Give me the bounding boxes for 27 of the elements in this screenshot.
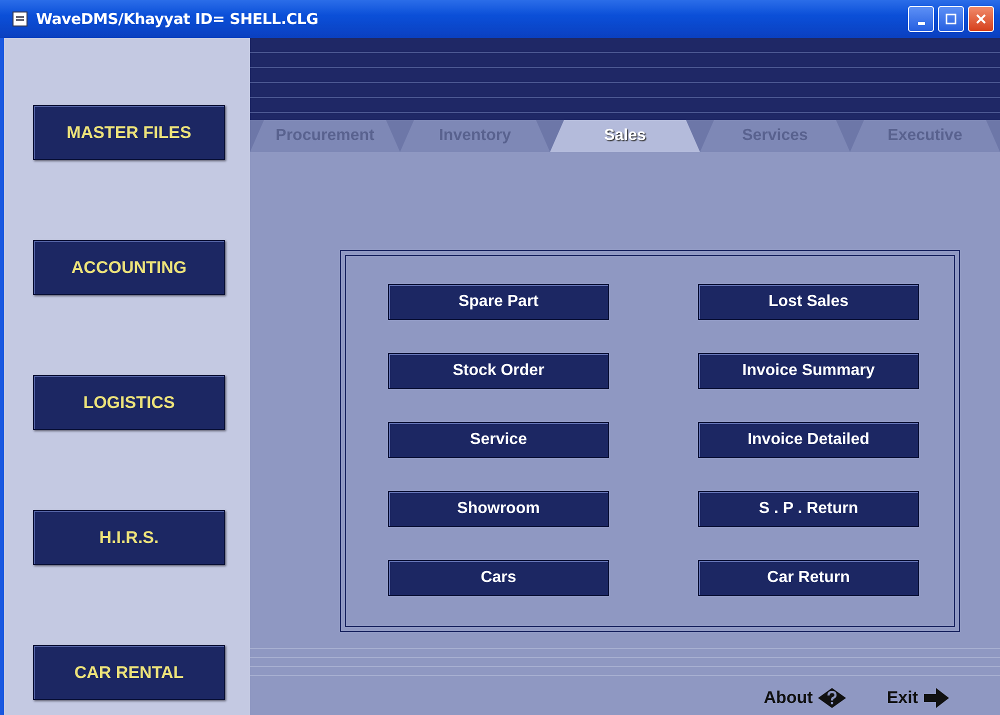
- module-button[interactable]: MASTER FILES: [33, 105, 225, 160]
- about-link[interactable]: About: [764, 686, 847, 708]
- report-button[interactable]: Cars: [388, 560, 609, 596]
- close-button[interactable]: [968, 6, 994, 32]
- maximize-icon: [945, 13, 957, 25]
- report-button[interactable]: Stock Order: [388, 353, 609, 389]
- report-button[interactable]: Car Return: [698, 560, 919, 596]
- report-button[interactable]: Invoice Summary: [698, 353, 919, 389]
- minimize-button[interactable]: [908, 6, 934, 32]
- module-button[interactable]: LOGISTICS: [33, 375, 225, 430]
- app-icon: [12, 11, 28, 27]
- report-button[interactable]: Lost Sales: [698, 284, 919, 320]
- report-button[interactable]: Showroom: [388, 491, 609, 527]
- report-button[interactable]: S . P . Return: [698, 491, 919, 527]
- report-button[interactable]: Service: [388, 422, 609, 458]
- exit-link[interactable]: Exit: [886, 686, 950, 708]
- module-button[interactable]: ACCOUNTING: [33, 240, 225, 295]
- module-button[interactable]: CAR RENTAL: [33, 645, 225, 700]
- maximize-button[interactable]: [938, 6, 964, 32]
- help-icon: [816, 686, 847, 708]
- minimize-icon: [918, 22, 924, 24]
- arrow-right-icon: [922, 686, 950, 708]
- window-title: WaveDMS/Khayyat ID= SHELL.CLG: [36, 10, 318, 28]
- module-button[interactable]: H.I.R.S.: [33, 510, 225, 565]
- close-icon: [975, 13, 987, 25]
- report-button[interactable]: Spare Part: [388, 284, 609, 320]
- report-button[interactable]: Invoice Detailed: [698, 422, 919, 458]
